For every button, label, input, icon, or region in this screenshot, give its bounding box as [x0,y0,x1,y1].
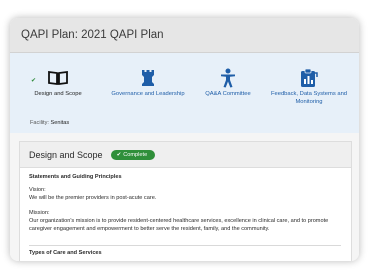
completed-check-icon: ✔ [31,78,37,84]
chess-rook-icon [136,67,160,89]
section-title: Statements and Guiding Principles [29,174,122,180]
mission-text-line1: Our organization's mission is to provide… [29,218,329,225]
tab-governance-and-leadership[interactable]: Governance and Leadership [108,67,188,99]
tab-bar: ✔ Design and Scope Governance and Leader… [10,53,359,133]
types-section: Types of Care and Services [29,250,102,258]
vision-text: We will be the premier providers in post… [29,194,157,201]
status-badge: ✔ Complete [110,149,156,160]
facility-label: Facility: [30,120,49,126]
main-content: Design and Scope ✔ Complete Statements a… [10,133,359,261]
statements-section: Statements and Guiding Principles Vision… [29,174,328,234]
mission-text-line2: caregiver engagement and empowerment to … [29,225,270,232]
facility-value: Senitas [50,120,70,126]
tab-label: Feedback, Data Systems and Monitoring [270,91,348,105]
app-window: QAPI Plan: 2021 QAPI Plan ✔ Design and S… [10,18,359,261]
card-title: Design and Scope [29,149,103,160]
tab-feedback-data-systems[interactable]: Feedback, Data Systems and Monitoring [266,67,352,106]
mission-label: Mission: [29,210,50,217]
tab-label: Design and Scope [34,91,82,97]
window-title-bar: QAPI Plan: 2021 QAPI Plan [10,18,359,53]
design-scope-card: Design and Scope ✔ Complete Statements a… [19,141,352,261]
book-icon [46,67,70,89]
check-icon: ✔ [116,151,122,158]
tab-qaa-committee[interactable]: QA&A Committee [198,67,258,99]
section-title: Types of Care and Services [29,250,102,256]
vision-label: Vision: [29,186,46,193]
card-header: Design and Scope ✔ Complete [20,142,351,168]
window-title: QAPI Plan: 2021 QAPI Plan [21,29,164,41]
facility-info: Facility: Senitas [30,120,69,126]
status-label: Complete [123,151,148,158]
section-divider [29,245,341,246]
person-icon [216,67,240,89]
tab-design-and-scope[interactable]: ✔ Design and Scope [24,67,92,99]
tab-label: QA&A Committee [205,91,251,97]
clipboard-chart-icon [297,67,321,89]
tab-label: Governance and Leadership [111,91,185,97]
